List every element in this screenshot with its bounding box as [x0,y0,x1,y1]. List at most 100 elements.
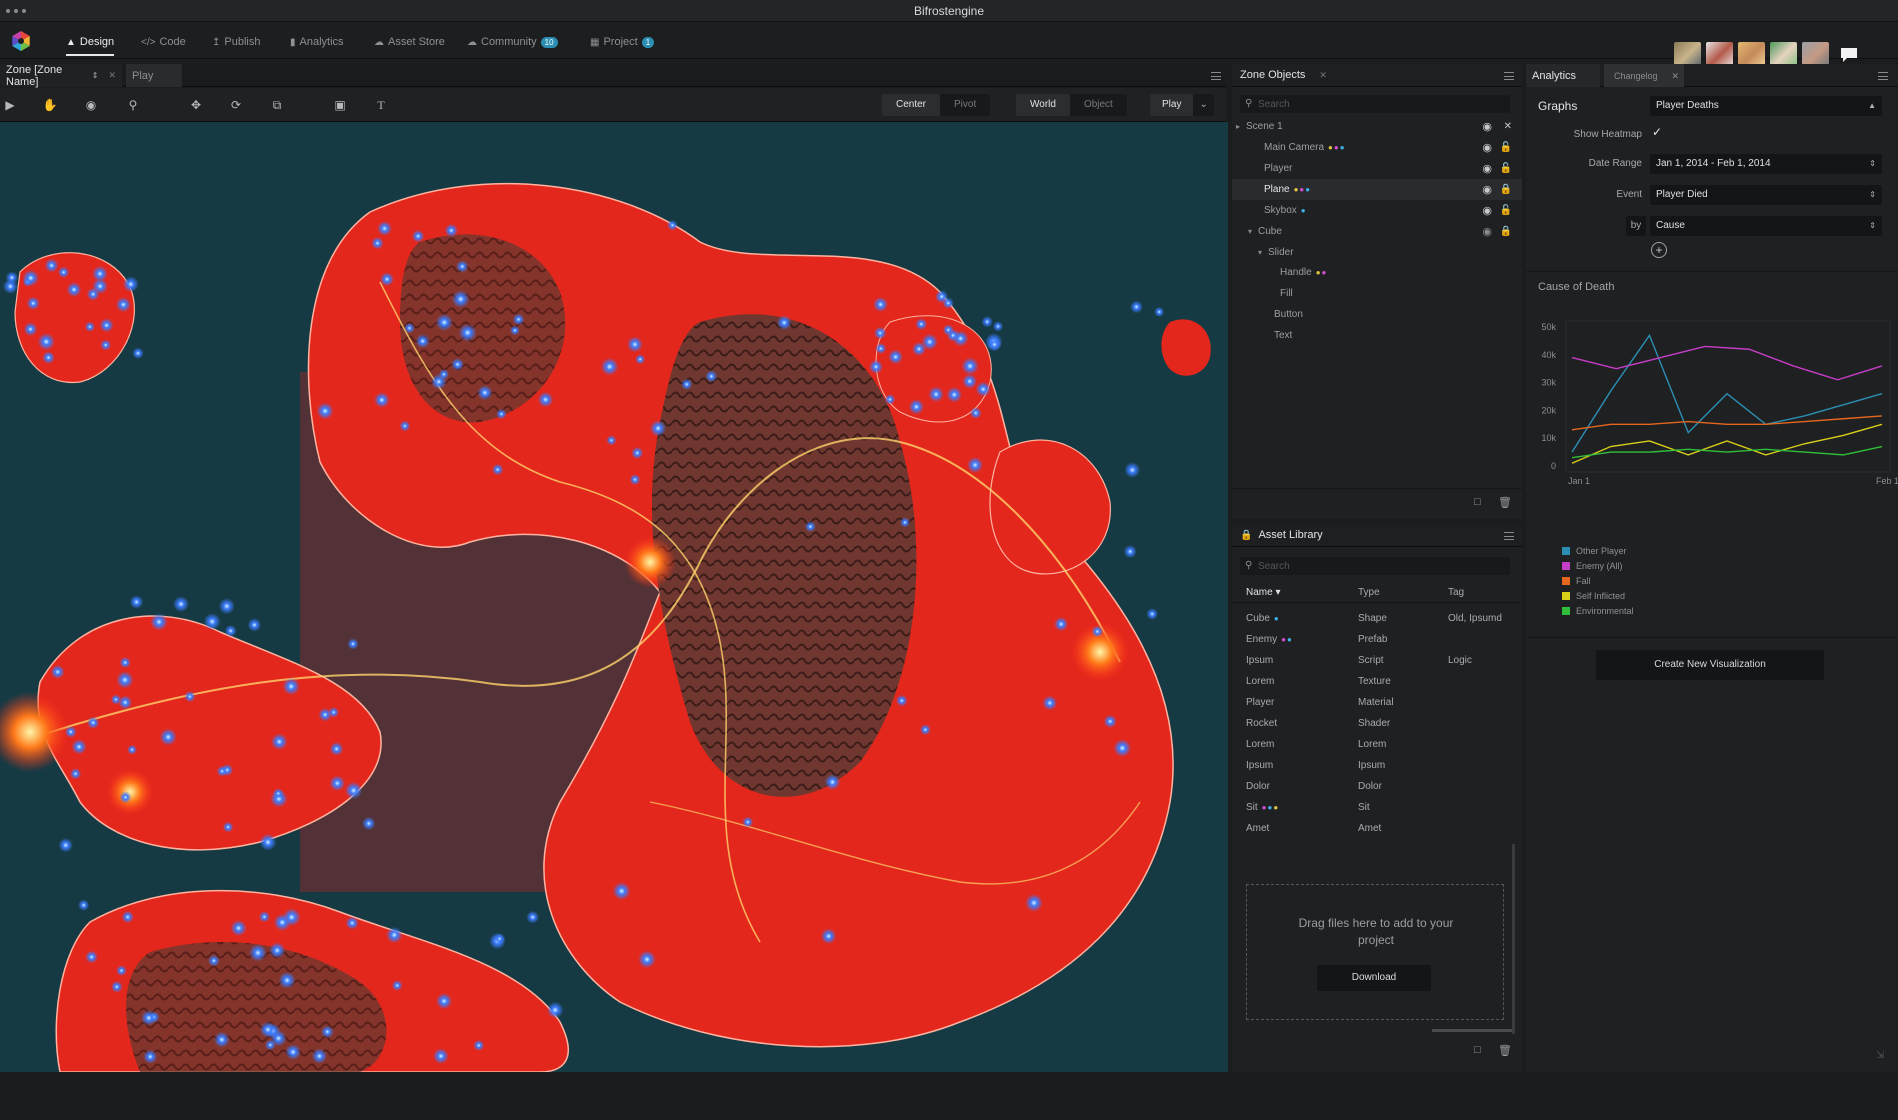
orbit-tool-icon[interactable]: ◉ [82,96,100,114]
zoom-tool-icon[interactable]: ⚲ [124,96,142,114]
column-type[interactable]: Type [1358,587,1380,598]
table-row[interactable]: Lorem Lorem [1232,735,1522,756]
tree-item[interactable]: Handle ●● [1232,262,1522,283]
event-select[interactable]: Player Died ⇕ [1650,185,1882,205]
close-icon[interactable]: ✕ [1319,70,1327,81]
visibility-eye-icon[interactable]: ◉ [1482,225,1492,238]
play-button[interactable]: Play [1150,94,1194,116]
drop-zone[interactable]: Drag files here to add to your project D… [1246,884,1504,1020]
tree-item[interactable]: Main Camera ●●● ◉ 🔓 [1232,137,1522,158]
object-option[interactable]: Object [1070,94,1127,116]
by-select[interactable]: Cause ⇕ [1650,216,1882,236]
menu-label: Code [159,36,186,48]
show-heatmap-checkbox[interactable]: ✓ [1652,125,1666,139]
chevron-down-icon[interactable]: ⌄ [1193,94,1213,116]
scrollbar[interactable] [1512,844,1515,1034]
space-toggle[interactable]: World Object [1016,94,1127,116]
table-row[interactable]: Dolor Dolor [1232,777,1522,798]
pivot-toggle[interactable]: Center Pivot [882,94,991,116]
menu-publish[interactable]: ↥ Publish [212,33,260,51]
chat-icon[interactable] [1840,47,1858,63]
lock-icon[interactable]: 🔓 [1500,163,1512,174]
menu-project[interactable]: ▦ Project 1 [590,33,655,51]
world-option[interactable]: World [1016,94,1070,116]
menu-community[interactable]: ☁ Community 10 [467,33,558,51]
scale-tool-icon[interactable]: ⧉ [268,96,286,114]
lock-icon[interactable]: 🔓 [1500,205,1512,216]
scene-viewport[interactable] [0,122,1228,1072]
tree-item[interactable]: Skybox ● ◉ 🔓 [1232,200,1522,221]
delete-icon[interactable]: 🗑 [1498,496,1512,509]
menu-design[interactable]: ▲ Design [66,33,114,51]
expand-arrow-icon[interactable]: ▾ [1248,227,1258,236]
tree-item[interactable]: Fill [1232,283,1522,304]
table-row[interactable]: Cube ● Shape Old, Ipsumd [1232,609,1522,630]
lock-icon[interactable]: 🔓 [1500,142,1512,153]
center-option[interactable]: Center [882,94,941,116]
lock-icon[interactable]: 🔒 [1240,530,1252,541]
text-tool-icon[interactable]: T [372,96,390,114]
table-row[interactable]: Sit ●●● Sit [1232,798,1522,819]
tree-item[interactable]: Button [1232,304,1522,325]
zone-objects-search-input[interactable]: ⚲ Search [1240,95,1510,113]
create-visualization-button[interactable]: Create New Visualization [1596,650,1824,680]
color-tags: ● [1300,206,1307,215]
menu-code[interactable]: </> Code [141,33,186,51]
table-row[interactable]: Rocket Shader [1232,714,1522,735]
pivot-option[interactable]: Pivot [940,94,990,116]
visibility-eye-icon[interactable]: ◉ [1482,183,1492,196]
rect-tool-icon[interactable]: ▣ [331,96,349,114]
delete-icon[interactable]: 🗑 [1498,1044,1512,1057]
visibility-eye-icon[interactable]: ◉ [1482,120,1492,133]
tab-changelog[interactable]: Changelog ✕ [1604,64,1684,87]
stepper-icon[interactable]: ⇕ [92,71,99,80]
column-tag[interactable]: Tag [1448,587,1464,598]
close-icon[interactable]: ✕ [1672,71,1680,81]
select-tool-icon[interactable]: ▶ [1,96,19,114]
lock-icon[interactable]: 🔒 [1500,226,1512,237]
table-row[interactable]: Enemy ●● Prefab [1232,630,1522,651]
visibility-eye-icon[interactable]: ◉ [1482,141,1492,154]
tree-item[interactable]: ▾ Slider [1232,242,1522,263]
tab-play[interactable]: Play [126,64,182,87]
visibility-eye-icon[interactable]: ◉ [1482,204,1492,217]
close-icon[interactable]: ✕ [1504,121,1512,132]
expand-arrow-icon[interactable]: ▸ [1236,122,1246,131]
resize-handle-icon[interactable]: ⇲ [1876,1050,1884,1061]
graphs-select[interactable]: Player Deaths ▲ [1650,96,1882,116]
add-object-icon[interactable]: □ [1474,496,1481,508]
download-button[interactable]: Download [1317,965,1431,991]
column-name[interactable]: Name ▾ [1246,587,1281,598]
tab-analytics[interactable]: Analytics [1526,64,1600,87]
tree-item[interactable]: ▾ Cube ◉ 🔒 [1232,221,1522,242]
menu-analytics[interactable]: ▮ Analytics [290,33,344,51]
viewport-menu-icon[interactable] [1211,72,1221,80]
horizontal-scrollbar[interactable] [1432,1029,1512,1032]
add-filter-icon[interactable]: + [1651,242,1667,258]
asset-search-input[interactable]: ⚲ Search [1240,557,1510,575]
lock-icon[interactable]: 🔒 [1500,184,1512,195]
add-asset-icon[interactable]: □ [1474,1044,1481,1056]
visibility-eye-icon[interactable]: ◉ [1482,162,1492,175]
table-row[interactable]: Lorem Texture [1232,672,1522,693]
play-dropdown[interactable]: Play ⌄ [1150,94,1214,116]
close-icon[interactable]: ✕ [108,70,116,81]
tree-item[interactable]: Plane ●●● ◉ 🔒 [1232,179,1522,200]
move-tool-icon[interactable]: ✥ [187,96,205,114]
analytics-menu-icon[interactable] [1878,72,1888,80]
date-range-select[interactable]: Jan 1, 2014 - Feb 1, 2014 ⇕ [1650,154,1882,174]
table-row[interactable]: Ipsum Ipsum [1232,756,1522,777]
rotate-tool-icon[interactable]: ⟳ [227,96,245,114]
expand-arrow-icon[interactable]: ▾ [1258,248,1268,257]
table-row[interactable]: Amet Amet [1232,819,1522,840]
tab-zone[interactable]: Zone [Zone Name] ⇕ ✕ [0,64,122,88]
table-row[interactable]: Player Material [1232,693,1522,714]
tree-item[interactable]: ▸ Scene 1 ◉ ✕ [1232,116,1522,137]
menu-asset-store[interactable]: ☁ Asset Store [374,33,445,51]
asset-library-menu-icon[interactable] [1504,532,1514,540]
hand-tool-icon[interactable]: ✋ [41,96,59,114]
tree-item[interactable]: Player ◉ 🔓 [1232,158,1522,179]
tree-item[interactable]: Text [1232,325,1522,346]
zone-objects-menu-icon[interactable] [1504,72,1514,80]
table-row[interactable]: Ipsum Script Logic [1232,651,1522,672]
